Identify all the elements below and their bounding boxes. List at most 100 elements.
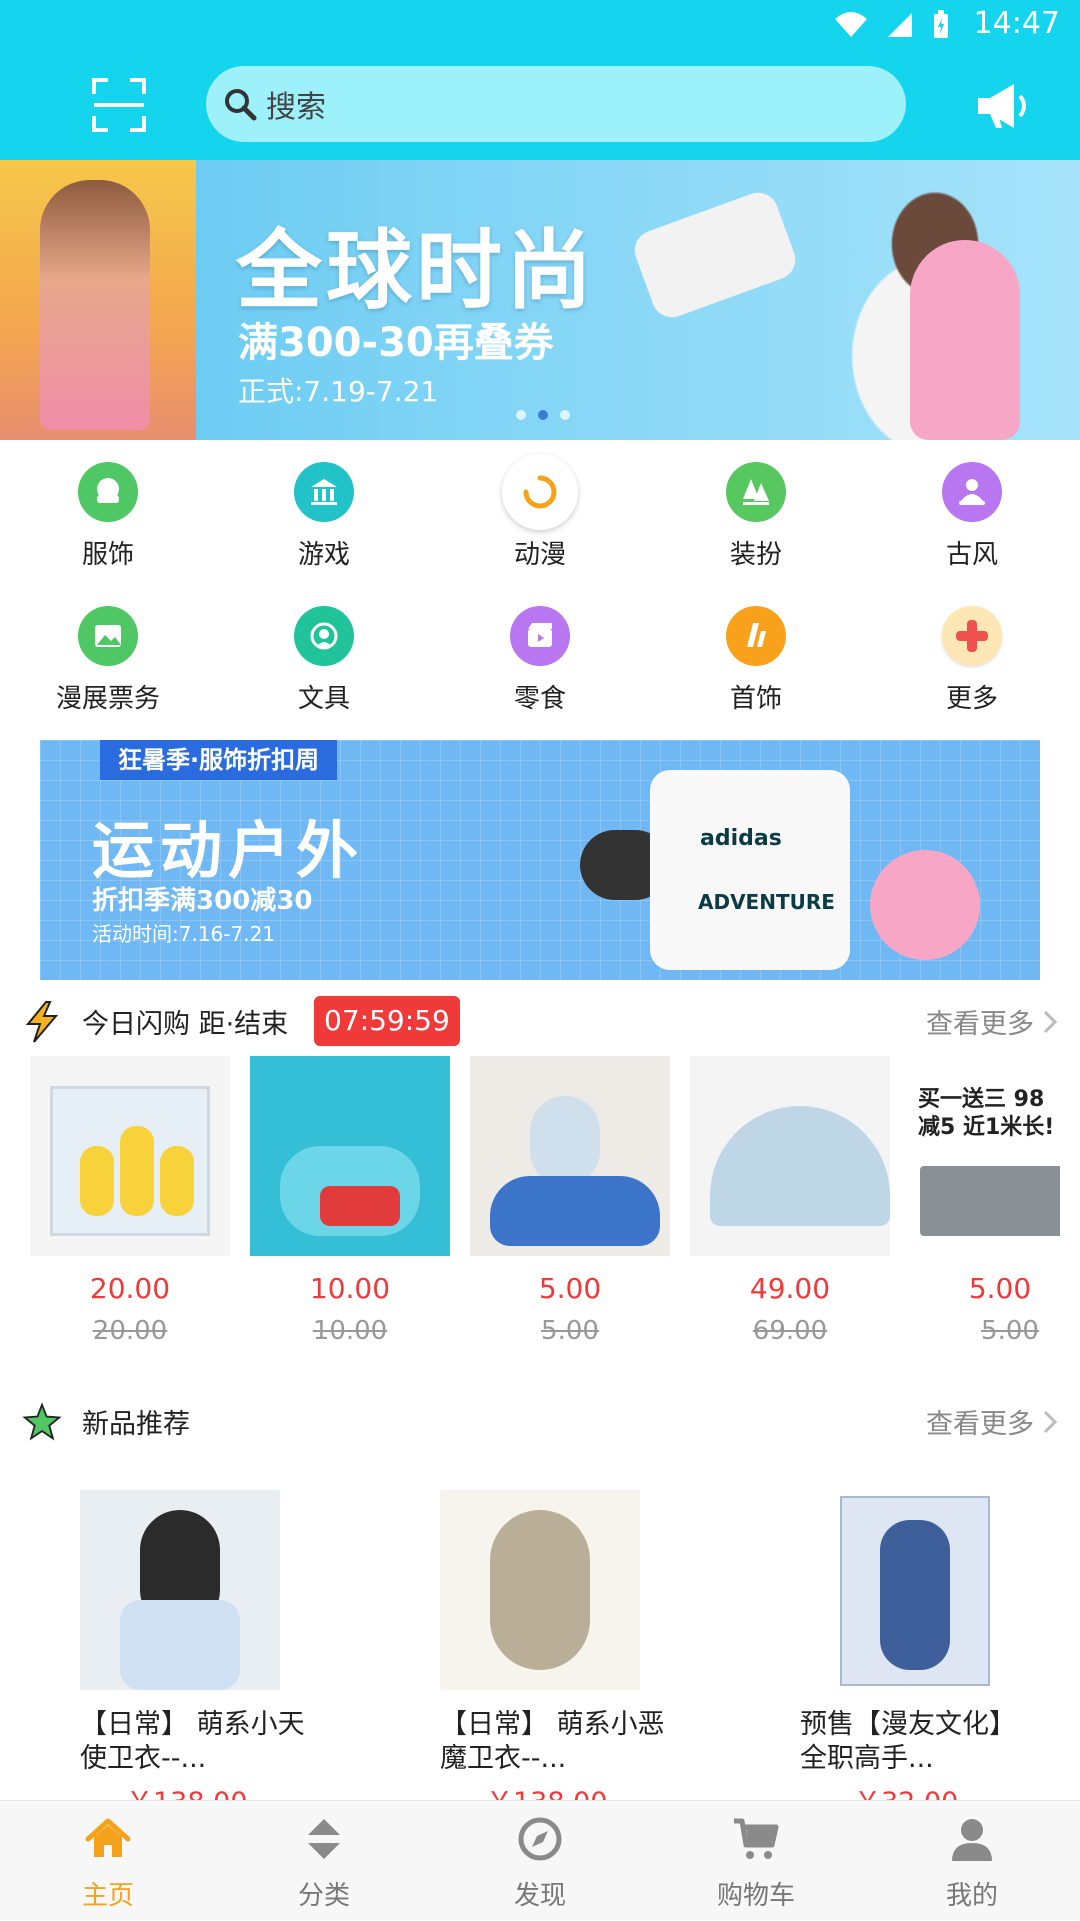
banner-dot	[560, 410, 570, 420]
signal-icon	[888, 13, 912, 37]
promo-subtitle: 折扣季满300减30	[92, 886, 313, 916]
stationery-icon	[294, 606, 354, 666]
product-image	[80, 1490, 280, 1690]
banner-side-image	[0, 160, 196, 440]
new-product-item[interactable]: 预售【漫友文化】全职高手... ￥32.00	[800, 1490, 1040, 1818]
category-grid: 服饰 游戏 动漫 装扮 古风 漫展票务 文具 零食 首饰 更多	[0, 450, 1080, 740]
flash-original-price: 10.00	[312, 1316, 388, 1346]
flash-sale-item[interactable]: 20.00 20.00	[30, 1056, 230, 1356]
star-icon	[22, 1402, 62, 1441]
category-item-more[interactable]: 更多	[864, 594, 1080, 714]
new-products-list: 【日常】 萌系小天使卫衣--... ￥138.00 【日常】 萌系小恶魔卫衣--…	[0, 1490, 1080, 1818]
category-label: 漫展票务	[55, 684, 160, 714]
see-more-label: 查看更多	[926, 1409, 1034, 1440]
category-item-jewelry[interactable]: 首饰	[648, 594, 864, 714]
banner-pagination	[516, 410, 570, 420]
countdown-timer: 07:59:59	[314, 996, 460, 1046]
category-item-stationery[interactable]: 文具	[216, 594, 432, 714]
chevron-right-icon	[1043, 1410, 1058, 1433]
product-image-text: 买一送三 98减5 近1米长!	[918, 1087, 1055, 1140]
flash-sale-list: 20.00 20.00 10.00 10.00 5.00 5.00 49.00 …	[0, 1056, 1080, 1356]
category-item-tickets[interactable]: 漫展票务	[0, 594, 216, 714]
new-products-header: 新品推荐 查看更多	[0, 1392, 1080, 1452]
category-item-game[interactable]: 游戏	[216, 450, 432, 570]
tab-discover[interactable]: 发现	[432, 1801, 648, 1921]
category-item-dressup[interactable]: 装扮	[648, 450, 864, 570]
promo-tag: 狂暑季·服饰折扣周	[100, 740, 338, 780]
flash-sale-title: 今日闪购 距·结束	[82, 1009, 289, 1040]
category-label: 零食	[513, 684, 566, 714]
product-image	[470, 1056, 670, 1256]
app-header: 14:47 搜索	[0, 0, 1080, 160]
category-label: 游戏	[297, 540, 350, 570]
new-products-see-more[interactable]: 查看更多	[926, 1402, 1058, 1441]
banner-side-figure	[40, 180, 150, 430]
ancient-icon	[942, 462, 1002, 522]
tab-label: 发现	[513, 1881, 566, 1911]
product-image	[820, 1490, 1020, 1690]
tab-label: 分类	[297, 1881, 350, 1911]
category-label: 首饰	[729, 684, 782, 714]
megaphone-icon	[978, 84, 1026, 128]
promo-banner[interactable]: 狂暑季·服饰折扣周 运动户外 折扣季满300减30 活动时间:7.16-7.21…	[40, 740, 1040, 980]
category-item-clothing[interactable]: 服饰	[0, 450, 216, 570]
promo-brand: adidas	[700, 826, 782, 851]
status-time: 14:47	[973, 6, 1060, 41]
category-item-ancient[interactable]: 古风	[864, 450, 1080, 570]
flash-sale-see-more[interactable]: 查看更多	[926, 1002, 1058, 1041]
hero-banner[interactable]: 全球时尚 满300-30再叠券 正式:7.19-7.21	[0, 160, 1080, 440]
search-placeholder: 搜索	[266, 90, 326, 125]
category-item-anime[interactable]: 动漫	[432, 450, 648, 570]
category-label: 服饰	[81, 540, 134, 570]
flash-sale-item[interactable]: 买一送三 98减5 近1米长! 5.00 5.00	[910, 1056, 1060, 1356]
clothing-icon	[78, 462, 138, 522]
new-product-item[interactable]: 【日常】 萌系小天使卫衣--... ￥138.00	[80, 1490, 320, 1818]
game-icon	[294, 462, 354, 522]
tab-home[interactable]: 主页	[0, 1801, 216, 1921]
search-icon	[225, 89, 257, 121]
tab-label: 购物车	[716, 1881, 795, 1911]
status-bar: 14:47	[0, 0, 1080, 50]
banner-dot-active	[538, 410, 548, 420]
flash-price: 20.00	[89, 1272, 171, 1305]
category-label: 文具	[297, 684, 350, 714]
banner-flamingo	[910, 240, 1020, 440]
tab-label: 我的	[945, 1881, 998, 1911]
tree-icon	[726, 462, 786, 522]
scan-icon	[92, 78, 146, 132]
lightning-icon	[25, 1001, 59, 1043]
flash-price: 5.00	[538, 1272, 602, 1305]
category-item-snacks[interactable]: 零食	[432, 594, 648, 714]
flash-sale-item[interactable]: 49.00 69.00	[690, 1056, 890, 1356]
announcement-button[interactable]	[974, 78, 1030, 134]
scan-button[interactable]	[90, 76, 148, 134]
user-icon	[952, 1819, 992, 1861]
cart-icon	[734, 1818, 779, 1859]
flash-sale-item[interactable]: 5.00 5.00	[470, 1056, 670, 1356]
tab-cart[interactable]: 购物车	[648, 1801, 864, 1921]
snack-icon	[510, 606, 570, 666]
compass-icon	[518, 1817, 562, 1861]
tab-profile[interactable]: 我的	[864, 1801, 1080, 1921]
new-products-title: 新品推荐	[82, 1409, 190, 1440]
banner-date: 正式:7.19-7.21	[238, 375, 439, 408]
product-image	[250, 1056, 450, 1256]
category-label: 动漫	[513, 540, 566, 570]
jewelry-icon	[726, 606, 786, 666]
status-icons	[834, 10, 950, 40]
see-more-label: 查看更多	[926, 1009, 1034, 1040]
category-label: 古风	[945, 540, 998, 570]
flash-original-price: 5.00	[981, 1316, 1039, 1346]
battery-icon	[934, 10, 948, 38]
new-product-item[interactable]: 【日常】 萌系小恶魔卫衣--... ￥138.00	[440, 1490, 680, 1818]
sort-icon	[308, 1819, 340, 1859]
wifi-icon	[835, 12, 867, 37]
flash-sale-header: 今日闪购 距·结束 07:59:59 查看更多	[0, 992, 1080, 1052]
flash-sale-item[interactable]: 10.00 10.00	[250, 1056, 450, 1356]
category-label: 更多	[945, 684, 998, 714]
promo-flamingo	[870, 850, 980, 960]
search-input[interactable]: 搜索	[206, 66, 906, 142]
banner-dot	[516, 410, 526, 420]
tab-category[interactable]: 分类	[216, 1801, 432, 1921]
plus-icon	[942, 606, 1002, 666]
